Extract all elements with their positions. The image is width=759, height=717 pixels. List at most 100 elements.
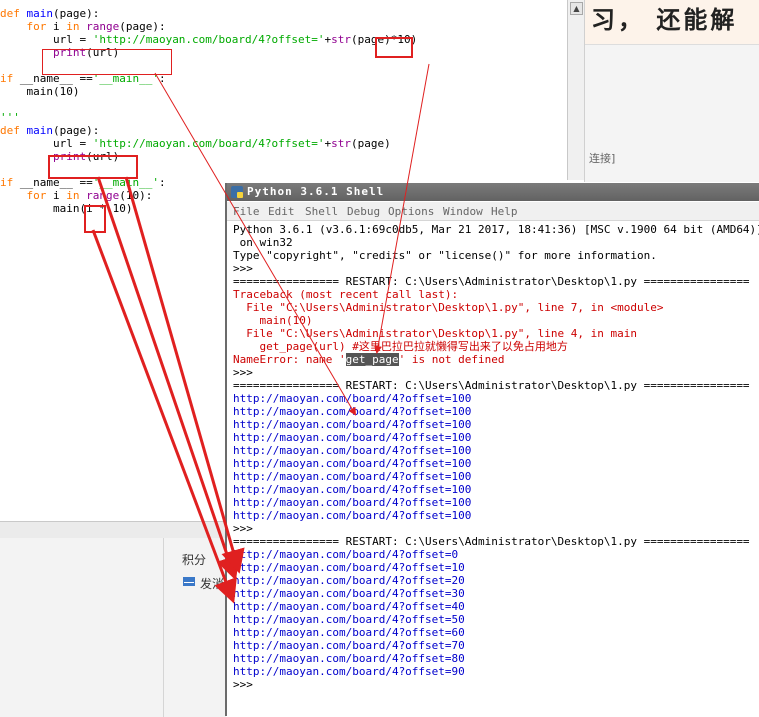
code-token: range bbox=[86, 189, 120, 202]
console-line: http://maoyan.com/board/4?offset=100 bbox=[233, 418, 471, 431]
menu-file[interactable]: File bbox=[233, 205, 260, 218]
console-text: NameError: name ' bbox=[233, 353, 346, 366]
code-token: main bbox=[26, 7, 54, 20]
menu-window[interactable]: Window bbox=[443, 205, 483, 218]
console-line: get_page(url) #这里巴拉巴拉就懒得写出来了以免占用地方 bbox=[233, 340, 567, 353]
console-line: http://maoyan.com/board/4?offset=20 bbox=[233, 574, 465, 587]
console-text: http://maoyan.com/board/4?offset=100 bbox=[233, 483, 472, 496]
code-token: url = bbox=[0, 137, 93, 150]
page-link-text[interactable]: 连接] bbox=[589, 150, 615, 166]
console-text: http://maoyan.com/board/4?offset=100 bbox=[233, 405, 472, 418]
code-token: (page): bbox=[53, 7, 100, 20]
console-line: http://maoyan.com/board/4?offset=70 bbox=[233, 639, 465, 652]
menu-edit[interactable]: Edit bbox=[268, 205, 295, 218]
code-token: def bbox=[0, 7, 27, 20]
code-token: def bbox=[0, 124, 27, 137]
code-token: (page) bbox=[351, 137, 391, 150]
console-line: http://maoyan.com/board/4?offset=100 bbox=[233, 457, 471, 470]
console-text: >>> bbox=[233, 262, 260, 275]
console-text: >>> bbox=[233, 678, 260, 691]
console-line: http://maoyan.com/board/4?offset=40 bbox=[233, 600, 465, 613]
console-line: Traceback (most recent call last): bbox=[233, 288, 458, 301]
console-line: ================ RESTART: C:\Users\Admin… bbox=[233, 275, 750, 288]
code-token: if bbox=[0, 72, 14, 85]
menu-shell[interactable]: Shell bbox=[305, 205, 338, 218]
console-line: http://maoyan.com/board/4?offset=60 bbox=[233, 626, 465, 639]
code-token: main bbox=[26, 124, 54, 137]
console-text: http://maoyan.com/board/4?offset=10 bbox=[233, 561, 465, 574]
code-line: ''' bbox=[0, 111, 20, 124]
code-token: str bbox=[331, 137, 352, 150]
code-token: (10): bbox=[119, 189, 153, 202]
code-token: : bbox=[158, 176, 166, 189]
mail-icon[interactable] bbox=[183, 577, 195, 586]
console-line: Python 3.6.1 (v3.6.1:69c0db5, Mar 21 201… bbox=[233, 223, 759, 236]
console-text: http://maoyan.com/board/4?offset=100 bbox=[233, 444, 472, 457]
console-text: http://maoyan.com/board/4?offset=100 bbox=[233, 470, 472, 483]
code-line: main(10) bbox=[0, 85, 79, 98]
console-text: http://maoyan.com/board/4?offset=70 bbox=[233, 639, 465, 652]
console-line: http://maoyan.com/board/4?offset=10 bbox=[233, 561, 465, 574]
menu-help[interactable]: Help bbox=[491, 205, 518, 218]
console-text: >>> bbox=[233, 522, 260, 535]
console-line: http://maoyan.com/board/4?offset=100 bbox=[233, 509, 471, 522]
console-text: http://maoyan.com/board/4?offset=0 bbox=[233, 548, 459, 561]
console-text: Type "copyright", "credits" or "license(… bbox=[233, 249, 657, 262]
console-text: File "C:\Users\Administrator\Desktop\1.p… bbox=[233, 301, 664, 314]
browser-page-fragment: 习， 还能解 连接] bbox=[584, 0, 759, 182]
console-text: http://maoyan.com/board/4?offset=50 bbox=[233, 613, 465, 626]
console-text: http://maoyan.com/board/4?offset=40 bbox=[233, 600, 465, 613]
python-shell-window: Python 3.6.1 Shell File Edit Shell Debug… bbox=[225, 183, 759, 716]
console-text: http://maoyan.com/board/4?offset=30 bbox=[233, 587, 465, 600]
console-text: >>> bbox=[233, 366, 260, 379]
python-logo-icon bbox=[231, 186, 243, 198]
console-line: Type "copyright", "credits" or "license(… bbox=[233, 249, 657, 262]
menu-debug[interactable]: Debug bbox=[347, 205, 380, 218]
console-text: ================ RESTART: C:\Users\Admin… bbox=[233, 379, 750, 392]
code-token: if bbox=[0, 176, 14, 189]
code-token: main(10) bbox=[0, 85, 80, 98]
console-text: http://maoyan.com/board/4?offset=80 bbox=[233, 652, 465, 665]
console-text: http://maoyan.com/board/4?offset=100 bbox=[233, 418, 472, 431]
console-line: http://maoyan.com/board/4?offset=100 bbox=[233, 444, 471, 457]
shell-titlebar[interactable]: Python 3.6.1 Shell bbox=[227, 183, 759, 201]
console-line: http://maoyan.com/board/4?offset=100 bbox=[233, 483, 471, 496]
code-token: in bbox=[66, 189, 80, 202]
console-line: http://maoyan.com/board/4?offset=100 bbox=[233, 431, 471, 444]
editor-scrollbar[interactable]: ▲ bbox=[567, 0, 584, 180]
console-text: Python 3.6.1 (v3.6.1:69c0db5, Mar 21 201… bbox=[233, 223, 759, 236]
code-line: for i in range(page): bbox=[0, 20, 166, 33]
menu-options[interactable]: Options bbox=[388, 205, 434, 218]
console-line: http://maoyan.com/board/4?offset=80 bbox=[233, 652, 465, 665]
highlighted-name: get_page bbox=[345, 353, 399, 366]
console-line: >>> bbox=[233, 366, 260, 379]
window-title: Python 3.6.1 Shell bbox=[247, 185, 385, 198]
shell-console-output[interactable]: Python 3.6.1 (v3.6.1:69c0db5, Mar 21 201… bbox=[227, 221, 759, 716]
console-line: http://maoyan.com/board/4?offset=100 bbox=[233, 496, 471, 509]
annotation-box-print-url-2 bbox=[48, 155, 138, 179]
scroll-up-arrow-icon[interactable]: ▲ bbox=[570, 2, 583, 15]
console-text: http://maoyan.com/board/4?offset=100 bbox=[233, 509, 472, 522]
annotation-box-page-arg bbox=[375, 37, 413, 58]
console-line: http://maoyan.com/board/4?offset=100 bbox=[233, 405, 471, 418]
console-text: Traceback (most recent call last): bbox=[233, 288, 459, 301]
console-text: ================ RESTART: C:\Users\Admin… bbox=[233, 535, 750, 548]
console-line: http://maoyan.com/board/4?offset=30 bbox=[233, 587, 465, 600]
code-token: for bbox=[26, 189, 47, 202]
send-message-link[interactable]: 发消 bbox=[200, 575, 224, 592]
console-line: ================ RESTART: C:\Users\Admin… bbox=[233, 535, 750, 548]
forum-sidebar-fragment: 积分 发消 bbox=[0, 521, 226, 717]
banner-text: 习， 还能解 bbox=[591, 5, 738, 34]
console-text: on win32 bbox=[233, 236, 293, 249]
code-line: url = 'http://maoyan.com/board/4?offset=… bbox=[0, 137, 391, 150]
console-text: http://maoyan.com/board/4?offset=100 bbox=[233, 496, 472, 509]
console-line: http://maoyan.com/board/4?offset=90 bbox=[233, 665, 465, 678]
annotation-box-print-url-1 bbox=[42, 49, 172, 75]
annotation-box-loop-var bbox=[84, 205, 106, 233]
console-line: main(10) bbox=[233, 314, 312, 327]
console-line: http://maoyan.com/board/4?offset=50 bbox=[233, 613, 465, 626]
code-token: for bbox=[26, 20, 47, 33]
code-token: in bbox=[66, 20, 80, 33]
